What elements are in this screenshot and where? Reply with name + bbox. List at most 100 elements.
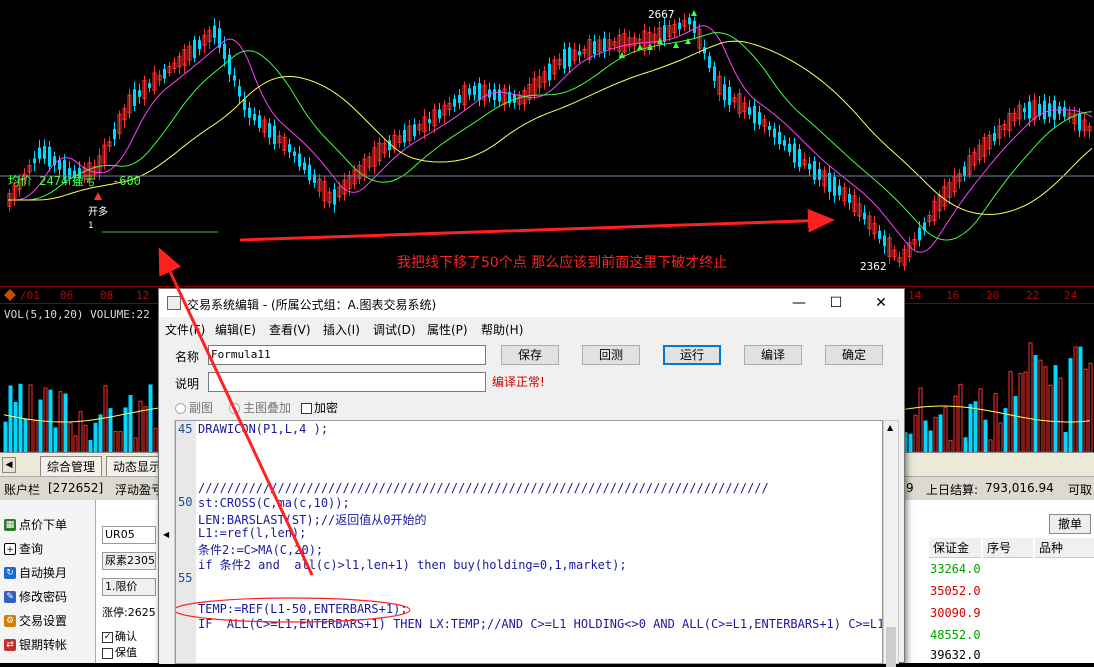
line-number-gutter: 45 50 55 bbox=[176, 421, 196, 663]
candle-body bbox=[768, 125, 771, 131]
candle-body bbox=[333, 189, 336, 205]
menu-view[interactable]: 查看(V) bbox=[269, 321, 311, 338]
candle-body bbox=[863, 212, 866, 220]
checkbox-empty-icon bbox=[102, 647, 113, 659]
sub-chart-radio[interactable]: 副图 bbox=[175, 399, 213, 416]
option-label: 副图 bbox=[189, 401, 214, 415]
volume-bar bbox=[1013, 396, 1018, 452]
encrypt-checkbox[interactable]: 加密 bbox=[301, 399, 338, 416]
volume-bar bbox=[988, 439, 993, 452]
nav-bank-transfer[interactable]: ⇄ 银期转帐 bbox=[4, 636, 67, 653]
date-tick: 06 bbox=[60, 289, 74, 302]
volume-bar bbox=[953, 395, 958, 452]
volume-bar bbox=[998, 422, 1003, 452]
menu-debug[interactable]: 调试(D) bbox=[373, 321, 416, 338]
code-line[interactable]: TEMP:=REF(L1-50,ENTERBARS+1); bbox=[198, 602, 408, 616]
ok-button[interactable]: 确定 bbox=[825, 345, 883, 365]
volume-bar bbox=[78, 411, 83, 452]
volume-bar bbox=[83, 424, 88, 452]
editor-left-scrollbar[interactable]: ◀ bbox=[159, 420, 175, 664]
tab-general-management[interactable]: 综合管理 bbox=[40, 456, 103, 477]
candle-body bbox=[1043, 100, 1046, 120]
candle-body bbox=[848, 194, 851, 203]
nav-click-order[interactable]: ▦ 点价下单 bbox=[4, 516, 67, 533]
hedge-checkbox[interactable]: 保值 bbox=[102, 644, 137, 660]
nav-label: 交易设置 bbox=[19, 614, 68, 628]
volume-bar bbox=[1043, 366, 1048, 452]
col-header-product[interactable]: 品种 bbox=[1035, 538, 1094, 558]
volume-bar bbox=[993, 393, 998, 452]
main-overlay-radio[interactable]: 主图叠加 bbox=[229, 399, 291, 416]
backtest-button[interactable]: 回测 bbox=[582, 345, 640, 365]
candle-body bbox=[1048, 103, 1051, 117]
code-line[interactable]: ////////////////////////////////////////… bbox=[198, 481, 769, 495]
code-line[interactable]: DRAWICON(P1,L,4 ); bbox=[198, 422, 328, 436]
margin-cell: 33264.0 bbox=[930, 562, 981, 576]
col-header-margin[interactable]: 保证金 bbox=[929, 538, 981, 558]
candlestick-chart[interactable]: 均价 2474 盈亏 -600 开多 1 2667 2362 bbox=[0, 0, 1094, 286]
nav-label: 银期转帐 bbox=[19, 638, 68, 652]
close-icon[interactable]: ✕ bbox=[868, 293, 894, 313]
volume-bar bbox=[113, 431, 118, 452]
transfer-icon: ⇄ bbox=[4, 638, 16, 651]
volume-bar bbox=[3, 421, 8, 452]
scroll-up-icon[interactable]: ◀ bbox=[163, 530, 169, 539]
nav-auto-rollover[interactable]: ↻ 自动换月 bbox=[4, 564, 67, 581]
candle-body bbox=[813, 161, 816, 180]
menu-edit[interactable]: 编辑(E) bbox=[215, 321, 256, 338]
contract-code-field[interactable]: UR05 bbox=[102, 526, 156, 544]
menu-properties[interactable]: 属性(P) bbox=[427, 321, 468, 338]
volume-bar bbox=[33, 419, 38, 452]
code-line[interactable]: st:CROSS(C,ma(c,10)); bbox=[198, 496, 350, 510]
tab-scroll-left-icon[interactable]: ◀ bbox=[2, 457, 16, 473]
code-line[interactable]: if 条件2 and all(c)>l1,len+1) then buy(hol… bbox=[198, 556, 627, 573]
high-price-label: 2667 bbox=[648, 8, 675, 21]
contract-name-field[interactable]: 尿素2305 bbox=[102, 552, 156, 570]
menu-help[interactable]: 帮助(H) bbox=[481, 321, 523, 338]
code-line[interactable]: L1:=ref(l,len); bbox=[198, 526, 306, 540]
nav-query[interactable]: + 查询 bbox=[4, 540, 43, 557]
formula-name-input[interactable]: Formula11 bbox=[208, 345, 486, 365]
account-number: [272652] bbox=[48, 481, 104, 495]
candle-body bbox=[223, 43, 226, 59]
col-header-seq[interactable]: 序号 bbox=[983, 538, 1033, 558]
description-input[interactable] bbox=[208, 372, 486, 392]
scrollbar-thumb[interactable] bbox=[886, 627, 896, 667]
minimize-icon[interactable]: — bbox=[786, 293, 812, 313]
low-price-label: 2362 bbox=[860, 260, 887, 273]
maximize-icon[interactable]: ☐ bbox=[823, 293, 849, 313]
order-type-select[interactable]: 1.限价 bbox=[102, 578, 156, 596]
candle-body bbox=[1023, 107, 1026, 113]
dialog-titlebar[interactable]: 交易系统编辑 - (所属公式组：A.图表交易系统) — ☐ ✕ bbox=[159, 289, 904, 317]
withdraw-button[interactable]: 撤单 bbox=[1049, 514, 1091, 534]
margin-cell: 30090.9 bbox=[930, 606, 981, 620]
candle-body bbox=[213, 25, 216, 38]
menu-file[interactable]: 文件(F) bbox=[165, 321, 205, 338]
limit-up-label: 涨停:2625 bbox=[102, 606, 156, 619]
left-nav-panel: ▦ 点价下单 + 查询 ↻ 自动换月 ✎ 修改密码 ⚙ 交易设置 ⇄ 银期转帐 bbox=[0, 500, 96, 663]
candle-body bbox=[428, 119, 431, 124]
compile-button[interactable]: 编译 bbox=[744, 345, 802, 365]
nav-change-password[interactable]: ✎ 修改密码 bbox=[4, 588, 67, 605]
volume-bar bbox=[1023, 371, 1028, 452]
editor-vertical-scrollbar[interactable]: ▲ bbox=[883, 420, 899, 667]
scroll-up-icon[interactable]: ▲ bbox=[887, 423, 893, 432]
run-button[interactable]: 运行 bbox=[663, 345, 721, 365]
volume-bar bbox=[103, 385, 108, 452]
confirm-checkbox[interactable]: ✓ 确认 bbox=[102, 628, 137, 644]
code-editor[interactable]: 45 50 55 DRAWICON(P1,L,4 ); ////////////… bbox=[175, 420, 883, 664]
candle-body bbox=[798, 149, 801, 167]
volume-bar bbox=[958, 383, 963, 452]
gear-icon: ⚙ bbox=[4, 614, 16, 627]
nav-trade-settings[interactable]: ⚙ 交易设置 bbox=[4, 612, 67, 629]
candle-body bbox=[748, 107, 751, 115]
volume-bar bbox=[148, 384, 153, 452]
code-line[interactable]: IF ALL(C>=L1,ENTERBARS+1) THEN LX:TEMP;/… bbox=[198, 617, 882, 631]
refresh-icon: ↻ bbox=[4, 566, 16, 579]
available-label: 可取 bbox=[1068, 483, 1093, 497]
signal-arrow-icon bbox=[691, 10, 697, 16]
save-button[interactable]: 保存 bbox=[501, 345, 559, 365]
menu-insert[interactable]: 插入(I) bbox=[323, 321, 360, 338]
candle-body bbox=[163, 68, 166, 79]
margin-cell: 39632.0 bbox=[930, 648, 981, 662]
